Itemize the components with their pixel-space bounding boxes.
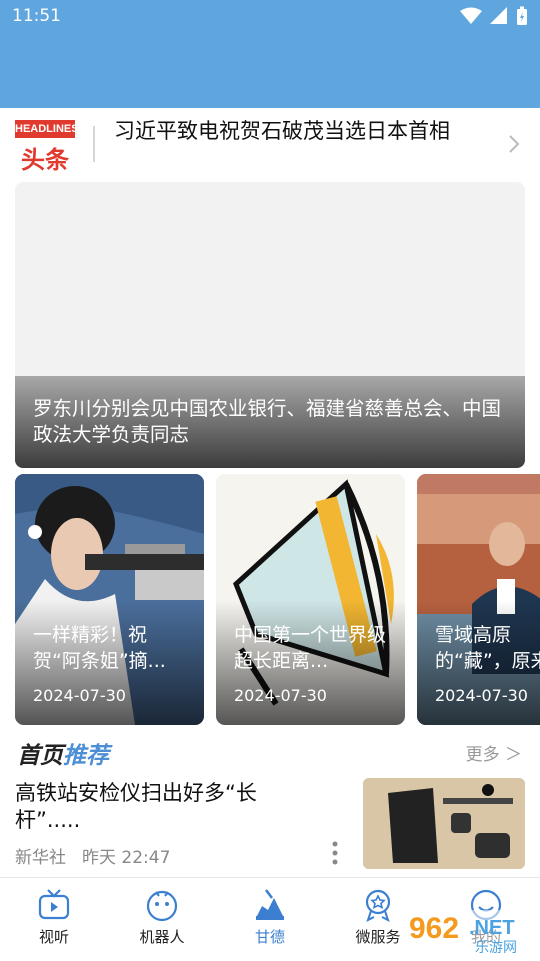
svg-text:乐游网: 乐游网: [475, 940, 517, 956]
svg-text:962: 962: [409, 912, 459, 945]
news-source: 新华社: [15, 848, 66, 868]
card-title[interactable]: 中国第一个世界级超长距离...: [234, 622, 394, 674]
news-item-thumbnail[interactable]: [363, 778, 525, 869]
nav-item-gande[interactable]: 甘德: [220, 888, 320, 947]
card-title[interactable]: 雪域高原的“藏”，原来: [435, 622, 540, 674]
gande-icon: [256, 889, 284, 920]
more-options-icon[interactable]: [330, 840, 340, 866]
news-item-title[interactable]: 高铁站安检仪扫出好多“长杆”.....: [15, 780, 315, 834]
card-title[interactable]: 一样精彩！祝贺“阿条姐”摘...: [33, 622, 193, 674]
news-card[interactable]: 雪域高原的“藏”，原来 2024-07-30: [417, 474, 540, 725]
chevron-right-icon[interactable]: [508, 134, 520, 154]
nav-item-video[interactable]: 视听: [4, 888, 104, 947]
more-link[interactable]: 更多 ＞: [466, 740, 522, 765]
svg-text:.NET: .NET: [469, 917, 515, 939]
headline-row[interactable]: HEADLINES 头条 习近平致电祝贺石破茂当选日本首相: [0, 108, 540, 183]
nav-label: 视听: [38, 928, 69, 946]
battery-icon: [517, 6, 527, 25]
card-date: 2024-07-30: [33, 686, 126, 705]
news-item-meta: 新华社 昨天 22:47: [15, 843, 170, 868]
tv-icon: [38, 889, 70, 920]
status-icons: [460, 6, 528, 26]
nav-label: 甘德: [254, 928, 285, 946]
hero-banner[interactable]: 罗东川分别会见中国农业银行、福建省慈善总会、中国政法大学负责同志: [15, 182, 525, 468]
app-header: 11:51: [0, 0, 540, 108]
headline-text[interactable]: 习近平致电祝贺石破茂当选日本首相: [114, 118, 484, 145]
headline-divider: [93, 126, 95, 162]
nav-item-robot[interactable]: 机器人: [112, 888, 212, 947]
thumbnail-image: [363, 778, 525, 869]
status-time: 11:51: [12, 6, 61, 26]
section-title-recommend: 推荐: [63, 743, 109, 769]
card-date: 2024-07-30: [234, 686, 327, 705]
news-time: 昨天 22:47: [82, 848, 171, 868]
headlines-logo-en: HEADLINES: [15, 120, 79, 138]
section-title: 首页推荐: [17, 736, 109, 770]
signal-icon: [490, 7, 507, 24]
robot-icon: [146, 890, 178, 922]
service-badge-icon: [365, 889, 391, 922]
wifi-icon: [460, 7, 482, 24]
card-date: 2024-07-30: [435, 686, 528, 705]
nav-label: 机器人: [139, 928, 185, 946]
news-card[interactable]: 中国第一个世界级超长距离... 2024-07-30: [216, 474, 405, 725]
banner-caption[interactable]: 罗东川分别会见中国农业银行、福建省慈善总会、中国政法大学负责同志: [33, 396, 503, 448]
headlines-logo-cn: 头条: [21, 145, 69, 174]
headlines-logo: HEADLINES 头条: [15, 120, 79, 174]
site-watermark-logo: 962 .NET 乐游网: [405, 910, 535, 956]
news-card[interactable]: 一样精彩！祝贺“阿条姐”摘... 2024-07-30: [15, 474, 204, 725]
section-title-home: 首页: [17, 743, 63, 769]
